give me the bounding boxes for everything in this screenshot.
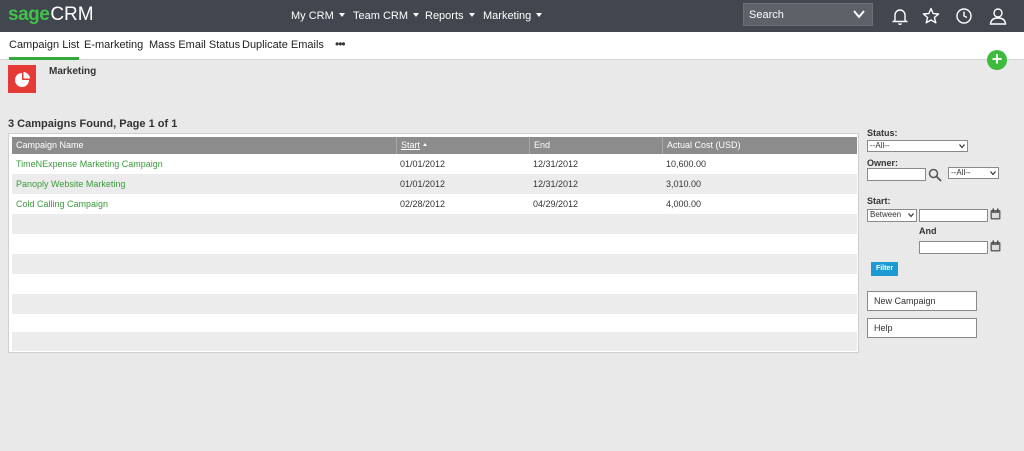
campaign-name-link[interactable]: Cold Calling Campaign: [12, 194, 108, 214]
empty-row: [12, 314, 857, 334]
sage-crm-logo[interactable]: sageCRM: [8, 4, 94, 26]
pie-chart-icon: [8, 65, 36, 93]
search-icon[interactable]: [928, 168, 942, 182]
sort-ascending-icon: [423, 143, 428, 146]
clock-icon[interactable]: [954, 6, 974, 26]
logo-sage-text: sage: [8, 4, 50, 25]
empty-row: [12, 332, 857, 351]
column-header-campaign-name[interactable]: Campaign Name: [12, 137, 396, 154]
user-icon[interactable]: [988, 6, 1008, 26]
start-to-date-input[interactable]: [919, 241, 988, 254]
end-date: 04/29/2012: [533, 199, 579, 209]
tab-campaign-list[interactable]: Campaign List: [9, 39, 80, 60]
empty-row: [12, 254, 857, 274]
owner-label: Owner:: [867, 158, 899, 168]
table-header: Campaign Name Start End Actual Cost (USD…: [12, 137, 857, 154]
calendar-icon[interactable]: [990, 208, 1001, 220]
star-icon[interactable]: [921, 6, 941, 26]
column-label: Actual Cost (USD): [667, 140, 741, 150]
caret-down-icon: [468, 13, 475, 17]
empty-row: [12, 214, 857, 234]
status-value: --All--: [870, 141, 890, 150]
results-count: 3 Campaigns Found, Page 1 of 1: [8, 118, 178, 130]
top-bar: sageCRM My CRM Team CRM Reports Marketin…: [0, 0, 1024, 32]
calendar-icon[interactable]: [990, 240, 1001, 252]
column-header-start[interactable]: Start: [396, 137, 529, 154]
table-row: Cold Calling Campaign 02/28/2012 04/29/2…: [12, 194, 857, 214]
sub-tabs-bar: Campaign List E-marketing Mass Email Sta…: [0, 32, 1024, 60]
topnav-reports[interactable]: Reports: [425, 9, 475, 23]
topnav-label: Reports: [425, 10, 464, 22]
filter-button[interactable]: Filter: [871, 262, 898, 276]
topnav-label: My CRM: [291, 10, 334, 22]
caret-down-icon: [338, 13, 345, 17]
column-header-actual-cost[interactable]: Actual Cost (USD): [662, 137, 857, 154]
chevron-down-icon[interactable]: [852, 9, 866, 19]
owner-value: --All--: [951, 168, 971, 177]
add-button[interactable]: +: [987, 50, 1007, 70]
column-label: End: [534, 140, 551, 150]
table-row: Panoply Website Marketing 01/01/2012 12/…: [12, 174, 857, 194]
chevron-down-icon: [908, 213, 914, 218]
start-date: 01/01/2012: [400, 179, 446, 189]
caret-down-icon: [536, 13, 543, 17]
owner-select[interactable]: --All--: [948, 167, 999, 179]
end-date: 12/31/2012: [533, 159, 579, 169]
campaign-name-link[interactable]: TimeNExpense Marketing Campaign: [12, 154, 163, 174]
empty-row: [12, 294, 857, 314]
tab-duplicate-emails[interactable]: Duplicate Emails: [242, 39, 324, 52]
logo-crm-text: CRM: [50, 4, 94, 25]
page-title: Marketing: [49, 66, 97, 77]
and-label: And: [919, 226, 937, 236]
owner-input[interactable]: [867, 168, 926, 181]
topnav-marketing[interactable]: Marketing: [483, 9, 543, 23]
caret-down-icon: [413, 13, 420, 17]
table-row: TimeNExpense Marketing Campaign 01/01/20…: [12, 154, 857, 174]
topnav-label: Team CRM: [353, 10, 409, 22]
actual-cost: 10,600.00: [666, 159, 707, 169]
chevron-down-icon: [959, 144, 965, 149]
end-date: 12/31/2012: [533, 179, 579, 189]
start-from-date-input[interactable]: [919, 209, 988, 222]
start-mode-value: Between: [870, 210, 902, 219]
empty-row: [12, 274, 857, 294]
topnav-my-crm[interactable]: My CRM: [291, 9, 345, 23]
column-label: Campaign Name: [16, 140, 84, 150]
new-campaign-button[interactable]: New Campaign: [867, 291, 977, 311]
bell-icon[interactable]: [890, 6, 910, 26]
chevron-down-icon: [990, 171, 996, 176]
empty-row: [12, 234, 857, 254]
status-label: Status:: [867, 128, 898, 138]
column-header-end[interactable]: End: [529, 137, 662, 154]
start-label: Start:: [867, 196, 891, 206]
tab-e-marketing[interactable]: E-marketing: [84, 39, 143, 52]
more-tabs-icon[interactable]: •••: [335, 37, 346, 51]
actual-cost: 4,000.00: [666, 199, 702, 209]
search-placeholder: Search: [749, 9, 784, 21]
tab-mass-email-status[interactable]: Mass Email Status: [149, 39, 240, 52]
start-mode-select[interactable]: Between: [867, 209, 917, 222]
column-label: Start: [401, 140, 421, 150]
actual-cost: 3,010.00: [666, 179, 702, 189]
start-date: 02/28/2012: [400, 199, 446, 209]
help-button[interactable]: Help: [867, 318, 977, 338]
search-input[interactable]: Search: [743, 3, 873, 26]
campaign-name-link[interactable]: Panoply Website Marketing: [12, 174, 125, 194]
status-select[interactable]: --All--: [867, 140, 968, 152]
topnav-team-crm[interactable]: Team CRM: [353, 9, 420, 23]
start-date: 01/01/2012: [400, 159, 446, 169]
campaign-table: Campaign Name Start End Actual Cost (USD…: [8, 133, 859, 353]
topnav-label: Marketing: [483, 10, 532, 22]
